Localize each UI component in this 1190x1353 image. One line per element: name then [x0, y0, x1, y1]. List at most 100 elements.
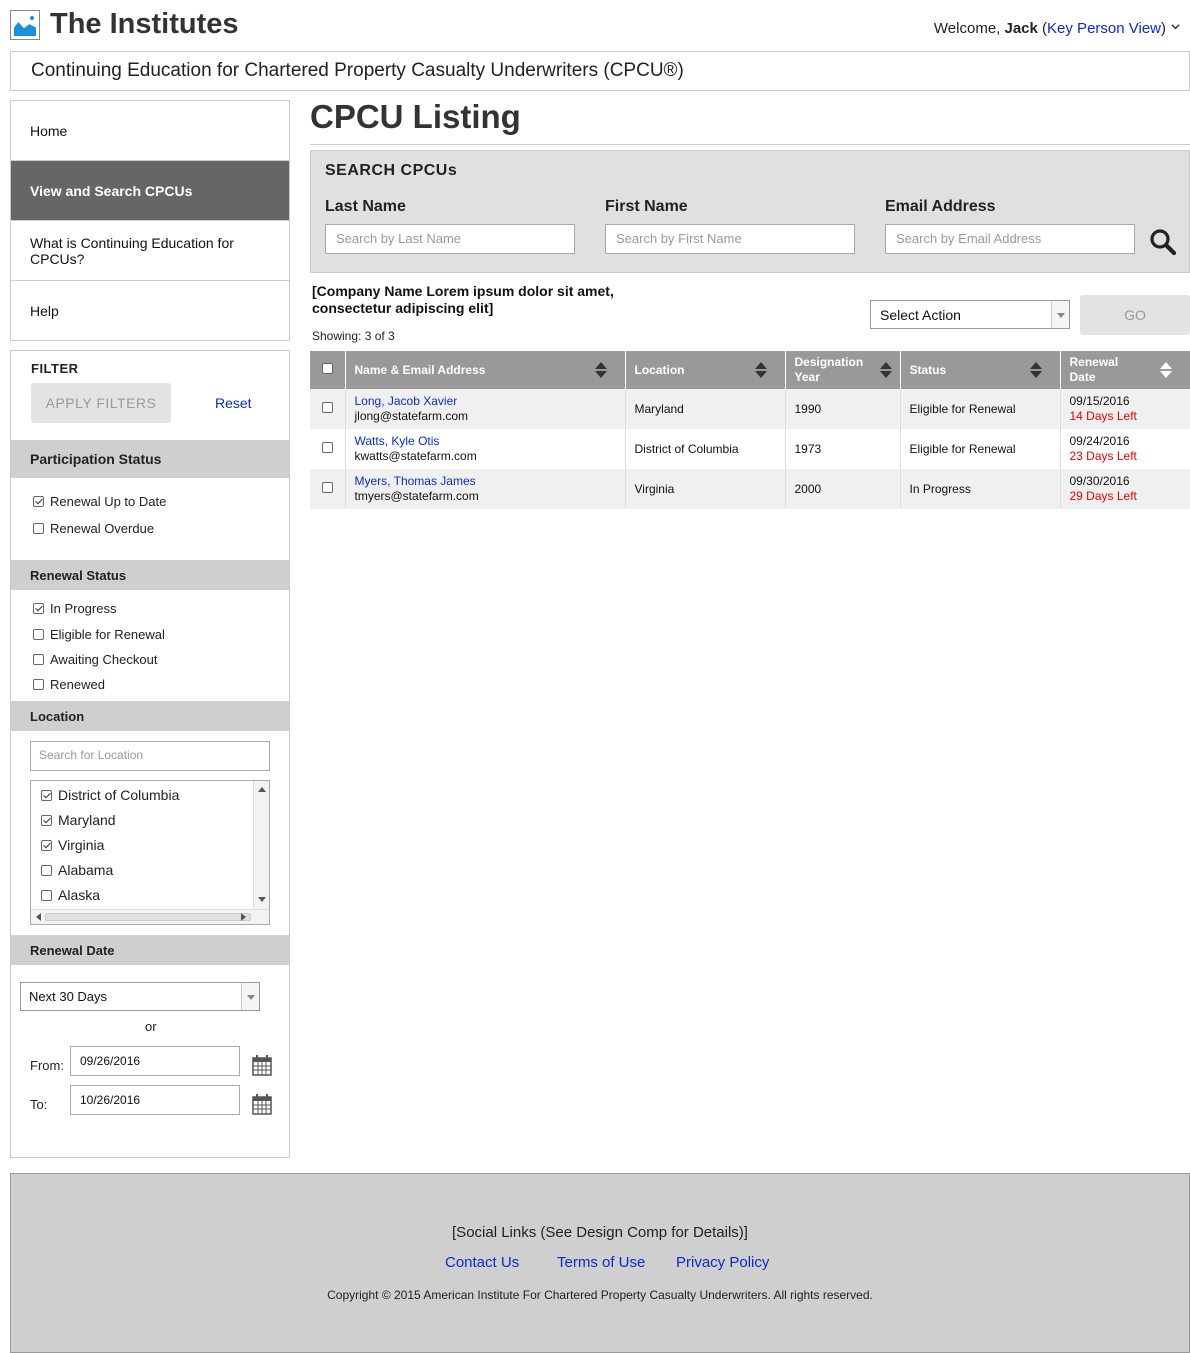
first-name-label: First Name: [605, 198, 688, 215]
logo-icon[interactable]: [10, 10, 40, 40]
status-cell: Eligible for Renewal: [900, 429, 1061, 469]
sort-icon[interactable]: [1160, 362, 1172, 378]
go-button[interactable]: GO: [1080, 295, 1190, 335]
cpcu-table: Name & Email Address Location Designatio…: [310, 351, 1190, 509]
chevron-down-icon[interactable]: [1171, 22, 1180, 31]
from-date-input[interactable]: 09/26/2016: [70, 1046, 240, 1076]
column-header-designation-year[interactable]: Designation Year: [785, 351, 901, 389]
location-option-alabama[interactable]: Alabama: [41, 862, 113, 878]
action-select[interactable]: Select Action: [870, 300, 1070, 329]
filter-option-awaiting-checkout[interactable]: Awaiting Checkout: [33, 652, 157, 667]
nav-item-home[interactable]: Home: [11, 101, 289, 161]
filter-option-renewed[interactable]: Renewed: [33, 677, 105, 692]
checkbox[interactable]: [41, 839, 52, 851]
page-title: CPCU Listing: [310, 98, 521, 135]
days-left: 29 Days Left: [1069, 489, 1137, 503]
to-label: To:: [30, 1097, 48, 1112]
location-option-alaska[interactable]: Alaska: [41, 887, 100, 903]
renewal-range-select[interactable]: Next 30 Days: [20, 982, 260, 1011]
first-name-input[interactable]: Search by First Name: [605, 224, 855, 254]
column-header-location[interactable]: Location: [625, 351, 786, 389]
sort-icon[interactable]: [594, 362, 607, 378]
person-email: jlong@statefarm.com: [354, 409, 469, 423]
filter-option-in-progress[interactable]: In Progress: [33, 601, 116, 616]
checkbox[interactable]: [33, 679, 44, 690]
filter-option-renewal-overdue[interactable]: Renewal Overdue: [33, 521, 154, 536]
name-email-cell: Myers, Thomas James tmyers@statefarm.com: [345, 469, 626, 509]
page-subtitle: Continuing Education for Chartered Prope…: [10, 51, 1190, 91]
renewal-status-heading: Renewal Status: [11, 560, 289, 590]
year-cell: 2000: [785, 469, 901, 509]
nav-item-what-is-ce[interactable]: What is Continuing Education for CPCUs?: [11, 221, 289, 281]
from-label: From:: [30, 1058, 64, 1073]
vertical-scrollbar[interactable]: [253, 781, 269, 909]
select-all-checkbox[interactable]: [322, 362, 333, 374]
results-count: Showing: 3 of 3: [312, 329, 395, 343]
nav-item-help[interactable]: Help: [11, 281, 289, 341]
email-input[interactable]: Search by Email Address: [885, 224, 1135, 254]
checkbox[interactable]: [33, 523, 44, 534]
checkbox[interactable]: [41, 814, 52, 826]
row-checkbox[interactable]: [322, 481, 333, 493]
checkbox[interactable]: [41, 864, 52, 876]
person-name-link[interactable]: Myers, Thomas James: [355, 474, 476, 488]
contact-us-link[interactable]: Contact Us: [445, 1254, 519, 1271]
status-cell: In Progress: [900, 469, 1061, 509]
participation-status-heading: Participation Status: [11, 440, 289, 478]
to-date-input[interactable]: 10/26/2016: [70, 1085, 240, 1115]
reset-link[interactable]: Reset: [215, 395, 252, 411]
company-name: [Company Name Lorem ipsum dolor sit amet…: [312, 283, 614, 316]
horizontal-scrollbar[interactable]: [31, 909, 269, 924]
location-list[interactable]: District of Columbia Maryland Virginia A…: [30, 780, 270, 925]
site-title[interactable]: The Institutes: [50, 8, 239, 41]
location-cell: Virginia: [625, 469, 786, 509]
search-title: SEARCH CPCUs: [325, 162, 458, 179]
row-checkbox[interactable]: [322, 401, 333, 413]
renewal-date-heading: Renewal Date: [11, 935, 289, 965]
last-name-input[interactable]: Search by Last Name: [325, 224, 575, 254]
checkbox[interactable]: [41, 789, 52, 801]
name-email-cell: Watts, Kyle Otis kwatts@statefarm.com: [345, 429, 626, 469]
social-links-placeholder: [Social Links (See Design Comp for Detai…: [452, 1224, 748, 1241]
calendar-icon[interactable]: [252, 1094, 272, 1115]
person-name-link[interactable]: Long, Jacob Xavier: [355, 394, 458, 408]
location-cell: Maryland: [625, 389, 786, 429]
checkbox[interactable]: [33, 654, 44, 665]
year-cell: 1973: [785, 429, 901, 469]
filter-panel: FILTER APPLY FILTERS Reset Participation…: [10, 350, 290, 1158]
filter-option-eligible-for-renewal[interactable]: Eligible for Renewal: [33, 627, 165, 642]
sort-icon[interactable]: [1029, 362, 1042, 378]
row-select-cell: [310, 429, 346, 469]
terms-of-use-link[interactable]: Terms of Use: [557, 1254, 645, 1271]
column-header-renewal-date[interactable]: Renewal Date: [1060, 351, 1190, 389]
sort-icon[interactable]: [754, 362, 767, 378]
search-icon[interactable]: [1149, 228, 1177, 256]
apply-filters-button[interactable]: APPLY FILTERS: [31, 383, 171, 423]
last-name-label: Last Name: [325, 198, 406, 215]
location-option-virginia[interactable]: Virginia: [41, 837, 104, 853]
checkbox[interactable]: [33, 496, 44, 507]
location-option-maryland[interactable]: Maryland: [41, 812, 116, 828]
days-left: 14 Days Left: [1069, 409, 1137, 423]
chevron-down-icon[interactable]: [241, 983, 259, 1010]
column-header-name-email[interactable]: Name & Email Address: [345, 351, 626, 389]
footer: [Social Links (See Design Comp for Detai…: [10, 1173, 1190, 1353]
nav-item-view-search-cpcus[interactable]: View and Search CPCUs: [11, 161, 289, 221]
key-person-view-link[interactable]: Key Person View: [1047, 20, 1161, 37]
filter-option-renewal-up-to-date[interactable]: Renewal Up to Date: [33, 494, 166, 509]
chevron-down-icon[interactable]: [1051, 301, 1069, 328]
checkbox[interactable]: [33, 603, 44, 614]
checkbox[interactable]: [41, 889, 52, 901]
welcome-text: Welcome, Jack (Key Person View): [933, 20, 1166, 37]
checkbox[interactable]: [33, 629, 44, 640]
renewal-date-cell: 09/24/2016 23 Days Left: [1060, 429, 1190, 469]
column-header-status[interactable]: Status: [900, 351, 1061, 389]
location-search-input[interactable]: Search for Location: [30, 741, 270, 771]
calendar-icon[interactable]: [252, 1055, 272, 1076]
email-label: Email Address: [885, 198, 996, 215]
location-option-dc[interactable]: District of Columbia: [41, 787, 179, 803]
row-checkbox[interactable]: [322, 441, 333, 453]
sort-icon[interactable]: [879, 362, 892, 378]
privacy-policy-link[interactable]: Privacy Policy: [676, 1254, 769, 1271]
person-name-link[interactable]: Watts, Kyle Otis: [355, 434, 440, 448]
